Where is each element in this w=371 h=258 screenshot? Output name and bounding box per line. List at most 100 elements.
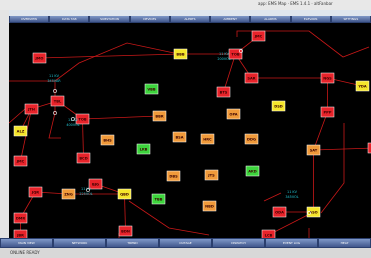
substation-label: AKD (248, 170, 257, 174)
nav-dispatch[interactable]: DISPATCH (213, 239, 264, 247)
top-menu-bar: OVERVIEW DATA TAB SUBSTATION DEVICES ALERTS A… (9, 16, 371, 23)
menu-ambient[interactable]: AMBIENT (211, 16, 250, 22)
link-qbd-bdn (124, 193, 126, 232)
menu-overview[interactable]: OVERVIEW (10, 16, 49, 22)
substation-bhs[interactable]: BHS (100, 134, 115, 146)
substation-label: ZNG (64, 193, 73, 197)
substation-bcd[interactable]: BCD (76, 152, 91, 164)
substation-label: ODA (275, 211, 284, 215)
nav-outage[interactable]: OUTAGE (160, 239, 211, 247)
substation-label: ALZ (17, 130, 25, 134)
transmission-line-3 (320, 123, 345, 214)
annotation-a3-line-0: 11 KV (219, 52, 230, 56)
substation-alz[interactable]: ALZ (13, 125, 28, 137)
substation-yda[interactable]: YDA (355, 80, 370, 92)
network-diagram: JMO BBB TOB JMC SAR NGS YDA VBB BTS DSD PPP JTH TBL T… (9, 30, 371, 238)
substation-sar[interactable]: SAR (244, 72, 259, 84)
substation-bbb[interactable]: BBB (173, 48, 188, 60)
substation-jqr[interactable]: JQR (28, 186, 43, 198)
substation-label: BHS (103, 139, 112, 143)
substation-tbb[interactable]: TBB (151, 193, 166, 205)
substation-zng[interactable]: ZNG (61, 188, 76, 200)
substation-ddg[interactable]: DDG (244, 133, 259, 145)
annotation-a3-line-1: 200VOL (217, 57, 230, 61)
menu-devices[interactable]: DEVICES (130, 16, 169, 22)
substation-label: HRC (203, 138, 212, 142)
substation-label: JMO (35, 57, 44, 61)
substation-label: BDN (121, 230, 130, 234)
window-title: app: EMS Map · EMS 1.4.1 · altFanbar (258, 1, 333, 6)
substation-dmr[interactable]: DMR (13, 212, 28, 224)
nav-main-view[interactable]: MAIN VIEW (1, 239, 52, 247)
link-bcd-tob2 (82, 118, 84, 159)
annotation-a1-line-0: 11 KV (49, 74, 60, 78)
status-bar: ONLINE READY (0, 248, 371, 258)
substation-label: NBD (205, 205, 214, 209)
substation-label: SAT (310, 149, 318, 153)
substation-label: JMC (254, 35, 263, 39)
substation-label: VBB (147, 88, 156, 92)
substation-qbd[interactable]: QBD (117, 188, 132, 200)
substation-dbs[interactable]: DBS (166, 170, 181, 182)
bottom-menu-bar: MAIN VIEW NETWORK TREND OUTAGE DISPATCH EVENT… (0, 238, 371, 248)
nav-network[interactable]: NETWORK (54, 239, 105, 247)
substation-nbd[interactable]: NBD (202, 200, 217, 212)
substation-akd[interactable]: AKD (245, 165, 260, 177)
substation-label: JTS (207, 174, 215, 178)
substation-label: DSD (274, 105, 283, 109)
substation-label: BSA (175, 136, 183, 140)
nav-help[interactable]: HELP (319, 239, 370, 247)
menu-alerts[interactable]: ALERTS (170, 16, 210, 22)
substation-label: TBB (155, 198, 163, 202)
substation-bsa[interactable]: BSA (172, 131, 187, 143)
substation-jmc2[interactable]: JMC (13, 155, 28, 167)
menu-substation[interactable]: SUBSTATION (90, 16, 129, 22)
window-title-bar: app: EMS Map · EMS 1.4.1 · altFanbar (0, 0, 371, 10)
substation-label: JTH (27, 108, 35, 112)
substation-label: OPA (229, 113, 237, 117)
substation-label: DDG (247, 138, 256, 142)
substation-bdn[interactable]: BDN (118, 225, 133, 237)
annotation-a4-line-1: 225VOL (79, 192, 92, 196)
substation-label: JBR (16, 234, 24, 238)
substation-bts[interactable]: BTS (216, 86, 231, 98)
substation-sat[interactable]: SAT (306, 144, 321, 156)
substation-jth[interactable]: JTH (24, 103, 39, 115)
link-tob2-bbr (82, 115, 160, 120)
transmission-line-4 (263, 192, 282, 202)
menu-elevans[interactable]: ELEVANS (291, 16, 330, 22)
substation-aso[interactable]: ASO (306, 206, 321, 218)
substation-jmo[interactable]: JMO (32, 52, 47, 64)
substation-hrc[interactable]: HRC (200, 133, 215, 145)
substation-jts[interactable]: JTS (204, 169, 219, 181)
substation-oda[interactable]: ODA (272, 206, 287, 218)
substation-jmc[interactable]: JMC (251, 30, 266, 42)
substation-label: JQR (31, 191, 39, 195)
left-dock-strip (0, 10, 9, 248)
substation-tbl[interactable]: TBL (50, 95, 65, 107)
substation-vbb[interactable]: VBB (144, 83, 159, 95)
substation-jbr[interactable]: JBR (13, 229, 28, 238)
substation-opa[interactable]: OPA (226, 108, 241, 120)
substation-lkb[interactable]: LKB (136, 143, 151, 155)
substation-bbr[interactable]: BBR (152, 110, 167, 122)
nav-event-log[interactable]: EVENT LOG (266, 239, 317, 247)
substation-lcb[interactable]: LCB (261, 229, 276, 238)
substation-tob[interactable]: TOB (228, 48, 243, 60)
substation-ppp[interactable]: PPP (320, 106, 335, 118)
substation-label: LCB (265, 234, 273, 238)
substation-dsd[interactable]: DSD (271, 100, 286, 112)
substation-label: DMR (16, 217, 26, 221)
nav-trend[interactable]: TREND (107, 239, 158, 247)
substation-label: PPP (324, 111, 332, 115)
annotation-a1-line-1: 345VAR (47, 79, 61, 83)
menu-settings[interactable]: SETTINGS (331, 16, 370, 22)
menu-data-tab[interactable]: DATA TAB (50, 16, 89, 22)
annotation-a5-line-1: 345VOL (285, 195, 298, 199)
substation-label: SAR (247, 77, 255, 81)
substation-label: JMC (16, 160, 25, 164)
substation-label: BCD (79, 157, 87, 161)
menu-alarms[interactable]: ALARMS (251, 16, 290, 22)
network-diagram-canvas[interactable]: JMO BBB TOB JMC SAR NGS YDA VBB BTS DSD PPP JTH TBL T… (9, 23, 371, 238)
substation-ngs[interactable]: NGS (320, 72, 335, 84)
